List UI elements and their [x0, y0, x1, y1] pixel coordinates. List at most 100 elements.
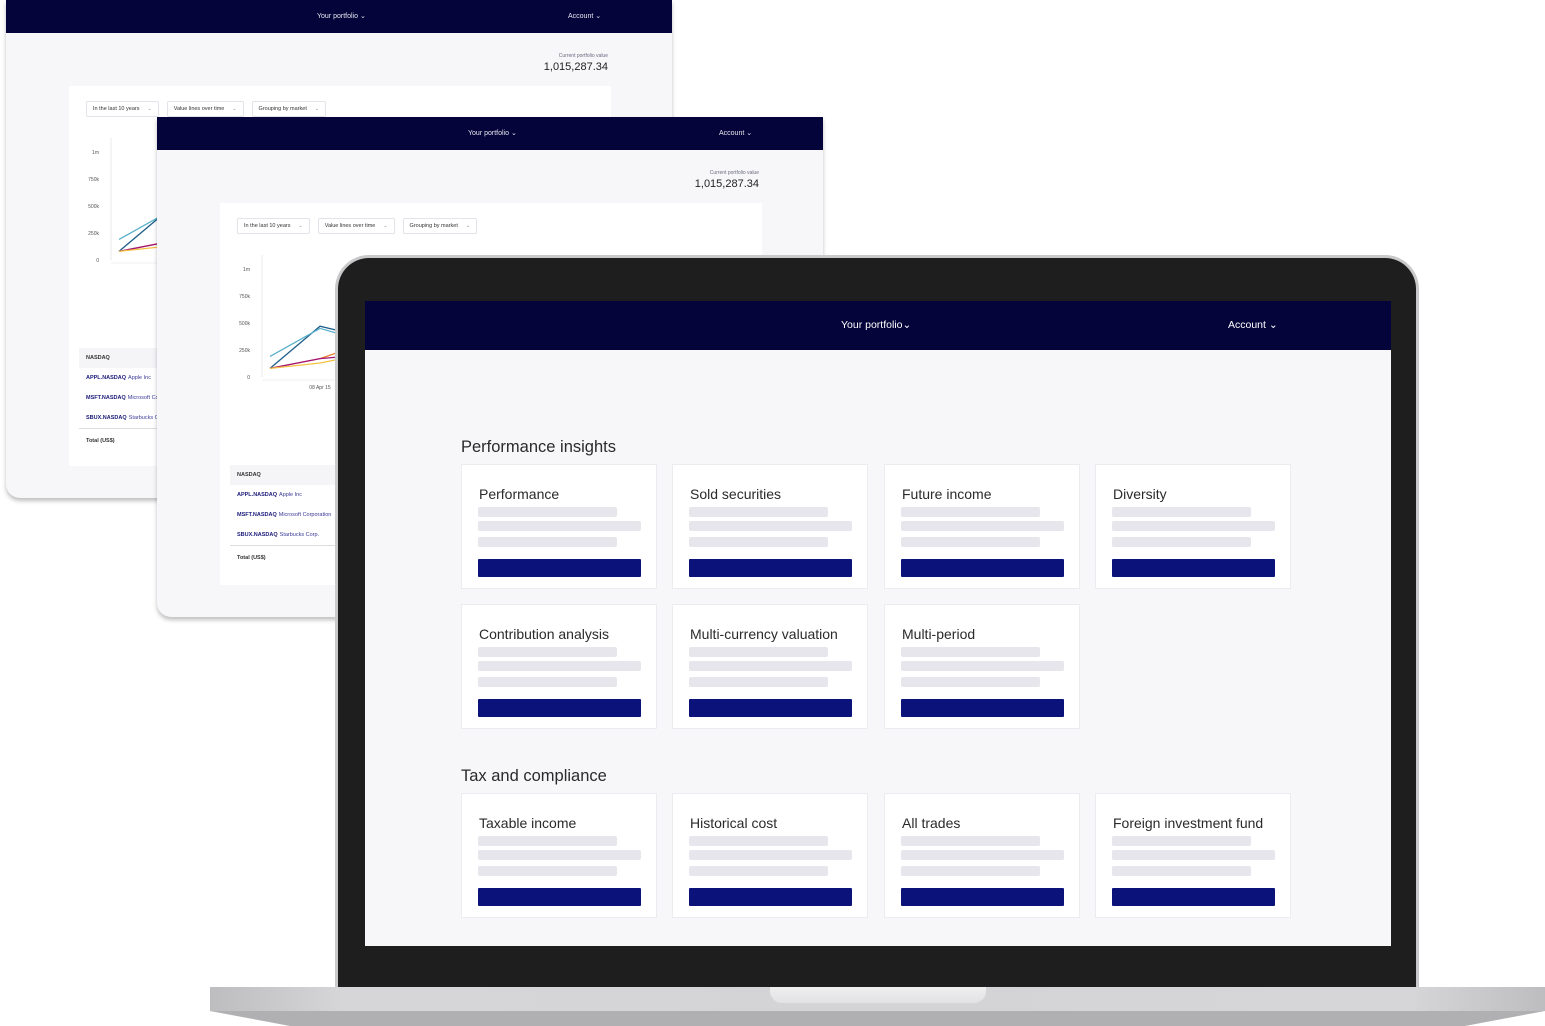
skeleton-line	[689, 661, 852, 671]
tile-title: Future income	[902, 486, 992, 502]
nav-account[interactable]: Account ⌄	[719, 129, 752, 137]
y-tick-label: 1m	[92, 150, 99, 156]
chevron-down-icon: ⌄	[314, 106, 320, 112]
tile-multi-currency-valuation[interactable]: Multi-currency valuation	[672, 604, 868, 729]
y-tick-label: 250k	[239, 348, 250, 354]
laptop-screen: Your portfolio⌄ Account ⌄ Performance in…	[365, 301, 1391, 946]
skeleton-line	[478, 866, 617, 876]
nav-your-portfolio[interactable]: Your portfolio⌄	[841, 319, 911, 331]
tile-future-income[interactable]: Future income	[884, 464, 1080, 589]
chevron-down-icon: ⌄	[232, 106, 237, 112]
tile-action-button[interactable]	[901, 888, 1064, 906]
chevron-down-icon: ⌄	[465, 223, 471, 229]
tile-performance[interactable]: Performance	[461, 464, 657, 589]
portfolio-value: 1,015,287.34	[543, 61, 608, 73]
skeleton-line	[1112, 537, 1251, 547]
y-tick-label: 500k	[239, 321, 250, 327]
tile-foreign-investment-fund[interactable]: Foreign investment fund	[1095, 793, 1291, 918]
chevron-down-icon: ⌄	[1268, 319, 1278, 331]
top-nav: Your portfolio ⌄ Account ⌄	[157, 117, 823, 150]
filter-grouping[interactable]: Grouping by market ⌄	[402, 218, 478, 234]
tile-title: Historical cost	[690, 815, 778, 831]
nav-account[interactable]: Account ⌄	[568, 12, 601, 20]
skeleton-line	[901, 661, 1064, 671]
skeleton-line	[478, 836, 617, 846]
tile-title: Diversity	[1113, 486, 1167, 502]
tile-all-trades[interactable]: All trades	[884, 793, 1080, 918]
chevron-down-icon: ⌄	[359, 13, 366, 20]
portfolio-value-label: Current portfolio value	[558, 53, 608, 59]
top-nav: Your portfolio⌄ Account ⌄	[365, 301, 1391, 350]
tile-action-button[interactable]	[689, 888, 852, 906]
portfolio-value-label: Current portfolio value	[709, 170, 759, 176]
tile-taxable-income[interactable]: Taxable income	[461, 793, 657, 918]
chevron-down-icon: ⌄	[298, 223, 303, 229]
skeleton-line	[1112, 866, 1251, 876]
tile-title: Foreign investment fund	[1113, 815, 1264, 831]
y-tick-label: 0	[247, 375, 250, 381]
skeleton-line	[478, 677, 617, 687]
y-tick-label: 500k	[88, 204, 99, 210]
skeleton-line	[478, 507, 617, 517]
tile-action-button[interactable]	[478, 699, 641, 717]
skeleton-line	[901, 647, 1040, 657]
skeleton-line	[689, 850, 852, 860]
tile-action-button[interactable]	[478, 888, 641, 906]
skeleton-line	[901, 866, 1040, 876]
tile-title: Multi-currency valuation	[690, 626, 838, 642]
skeleton-line	[689, 507, 828, 517]
portfolio-value: 1,015,287.34	[694, 178, 759, 190]
y-tick-label: 750k	[239, 294, 250, 300]
skeleton-line	[478, 521, 641, 531]
tile-action-button[interactable]	[901, 699, 1064, 717]
skeleton-line	[689, 537, 828, 547]
top-nav: Your portfolio ⌄ Account ⌄	[6, 0, 672, 33]
skeleton-line	[689, 677, 828, 687]
y-tick-label: 0	[96, 258, 99, 264]
tile-contribution-analysis[interactable]: Contribution analysis	[461, 604, 657, 729]
skeleton-line	[901, 537, 1040, 547]
x-tick-label: 08 Apr 15	[309, 385, 331, 391]
tile-title: Performance	[479, 486, 560, 502]
nav-account[interactable]: Account ⌄	[1228, 319, 1278, 331]
chevron-down-icon: ⌄	[746, 130, 753, 137]
tile-action-button[interactable]	[1112, 559, 1275, 577]
skeleton-line	[689, 521, 852, 531]
chevron-down-icon: ⌄	[383, 223, 388, 229]
tile-historical-cost[interactable]: Historical cost	[672, 793, 868, 918]
nav-your-portfolio[interactable]: Your portfolio ⌄	[468, 129, 517, 137]
chevron-down-icon: ⌄	[902, 319, 912, 331]
chevron-down-icon: ⌄	[595, 13, 602, 20]
tile-action-button[interactable]	[901, 559, 1064, 577]
tile-action-button[interactable]	[689, 699, 852, 717]
skeleton-line	[901, 677, 1040, 687]
laptop-notch	[770, 987, 986, 1003]
tile-action-button[interactable]	[1112, 888, 1275, 906]
tile-title: Multi-period	[902, 626, 976, 642]
skeleton-line	[1112, 850, 1275, 860]
skeleton-line	[689, 866, 828, 876]
skeleton-line	[478, 537, 617, 547]
nav-your-portfolio[interactable]: Your portfolio ⌄	[317, 12, 366, 20]
y-tick-label: 750k	[88, 177, 99, 183]
tile-multi-period[interactable]: Multi-period	[884, 604, 1080, 729]
chevron-down-icon: ⌄	[510, 130, 517, 137]
chevron-down-icon: ⌄	[147, 106, 152, 112]
laptop-foot	[210, 1011, 1545, 1026]
tile-action-button[interactable]	[689, 559, 852, 577]
y-tick-label: 1m	[243, 267, 250, 273]
y-tick-label: 250k	[88, 231, 99, 237]
tile-diversity[interactable]: Diversity	[1095, 464, 1291, 589]
tile-action-button[interactable]	[478, 559, 641, 577]
filter-period[interactable]: In the last 10 years ⌄	[86, 101, 159, 117]
skeleton-line	[901, 521, 1064, 531]
filter-view[interactable]: Value lines over time ⌄	[166, 101, 244, 117]
filter-view[interactable]: Value lines over time ⌄	[317, 218, 395, 234]
skeleton-line	[901, 836, 1040, 846]
skeleton-line	[1112, 836, 1251, 846]
skeleton-line	[1112, 521, 1275, 531]
filter-grouping[interactable]: Grouping by market ⌄	[251, 101, 327, 117]
filter-period[interactable]: In the last 10 years ⌄	[237, 218, 310, 234]
tile-sold-securities[interactable]: Sold securities	[672, 464, 868, 589]
skeleton-line	[901, 850, 1064, 860]
